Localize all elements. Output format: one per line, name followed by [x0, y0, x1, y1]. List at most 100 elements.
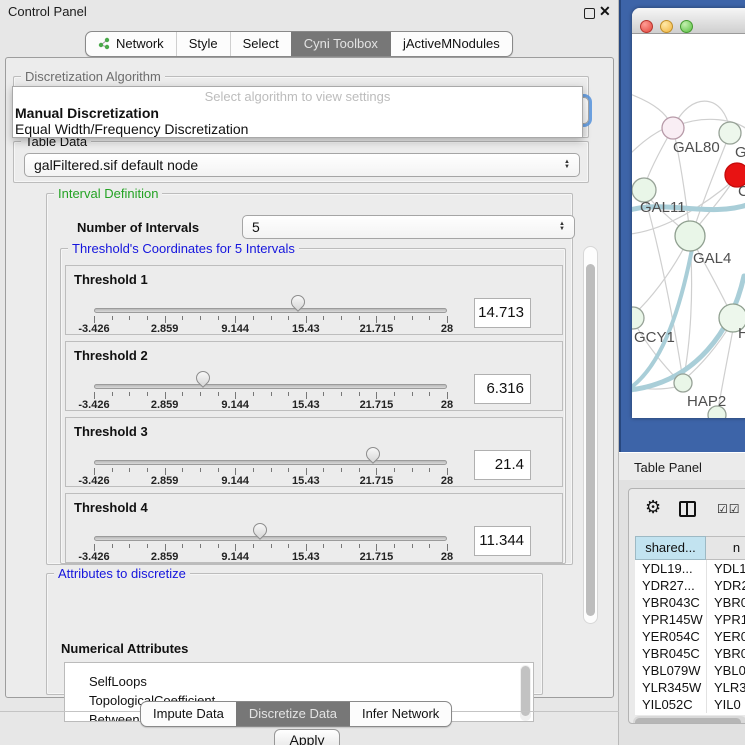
tab-cyni-toolbox-label: Cyni Toolbox [304, 36, 378, 51]
cell-name[interactable]: YBL0 [706, 662, 745, 679]
table-row[interactable]: YDL19...YDL1 [635, 560, 745, 577]
network-node[interactable] [675, 221, 705, 251]
table-row[interactable]: YPR145WYPR1 [635, 611, 745, 628]
threshold-panel: Threshold 4-3.4262.8599.14415.4321.71528… [65, 493, 563, 563]
slider-tick-labels: -3.4262.8599.14415.4321.71528 [94, 551, 447, 563]
network-view-window[interactable]: GAL80GACGAL11GAL4GCY1HHAP2 [632, 8, 745, 418]
interval-definition-group: Interval Definition Number of Intervals … [46, 193, 573, 565]
cell-shared-name[interactable]: YDR27... [635, 577, 706, 594]
threshold-value-field[interactable]: 14.713 [474, 298, 531, 328]
close-window-icon[interactable] [640, 20, 653, 33]
vertical-scrollbar-thumb[interactable] [586, 264, 595, 616]
network-node[interactable] [662, 117, 684, 139]
table-row[interactable]: YBL079WYBL0 [635, 662, 745, 679]
cell-name[interactable]: YBR0 [706, 594, 745, 611]
table-row[interactable]: YIL052CYIL0 [635, 696, 745, 713]
cell-name[interactable]: YDL1 [706, 560, 745, 577]
discretization-algorithm-title: Discretization Algorithm [21, 69, 165, 84]
column-header-name[interactable]: n [706, 536, 745, 560]
popup-item-manual-discretization[interactable]: Manual Discretization [13, 105, 582, 121]
cell-shared-name[interactable]: YIL052C [635, 696, 706, 713]
threshold-value-field[interactable]: 6.316 [474, 374, 531, 404]
network-node[interactable] [719, 122, 741, 144]
minimize-window-icon[interactable] [660, 20, 673, 33]
network-node-label: GA [735, 144, 745, 161]
tab-network[interactable]: Network [86, 32, 176, 56]
network-node-label: GCY1 [634, 329, 675, 346]
checkbox-icons[interactable]: ☑☑ [717, 502, 741, 516]
number-of-intervals-combo[interactable]: 5 ▲▼ [242, 215, 575, 239]
attribute-list-item[interactable]: SelfLoops [65, 672, 533, 691]
columns-icon[interactable] [679, 501, 696, 517]
cell-name[interactable]: YIL0 [706, 696, 745, 713]
table-data-combo[interactable]: galFiltered.sif default node ▲▼ [24, 153, 580, 177]
network-node-label: HAP2 [687, 393, 726, 410]
table-row[interactable]: YBR043CYBR0 [635, 594, 745, 611]
desktop-edge [619, 0, 621, 452]
network-node-label: C [738, 183, 745, 200]
slider-track[interactable] [94, 308, 447, 313]
cell-shared-name[interactable]: YBL079W [635, 662, 706, 679]
tab-cyni-toolbox[interactable]: Cyni Toolbox [291, 32, 390, 56]
node-table-widget: ⚙ ☑☑ shared... n YDL19...YDL1YDR27...YDR… [628, 488, 745, 724]
combo-stepper-icon: ▲▼ [559, 222, 565, 232]
cell-name[interactable]: YDR2 [706, 577, 745, 594]
zoom-window-icon[interactable] [680, 20, 693, 33]
cell-shared-name[interactable]: YDL19... [635, 560, 706, 577]
algorithm-popup-hint: Select algorithm to view settings [13, 89, 582, 105]
tab-impute-data-label: Impute Data [153, 706, 224, 721]
tab-style[interactable]: Style [176, 32, 230, 56]
horizontal-scrollbar-thumb[interactable] [635, 718, 741, 724]
cell-shared-name[interactable]: YPR145W [635, 611, 706, 628]
threshold-label: Threshold 3 [74, 424, 148, 439]
slider-tick-labels: -3.4262.8599.14415.4321.71528 [94, 399, 447, 411]
network-node[interactable] [674, 374, 692, 392]
tab-impute-data[interactable]: Impute Data [141, 702, 236, 726]
apply-button[interactable]: Apply [274, 729, 340, 745]
table-row[interactable]: YER054CYER0 [635, 628, 745, 645]
network-node-label: H [738, 325, 745, 342]
cell-shared-name[interactable]: YER054C [635, 628, 706, 645]
float-window-icon[interactable] [584, 8, 595, 19]
cell-shared-name[interactable]: YLR345W [635, 679, 706, 696]
popup-item-equal-width-frequency[interactable]: Equal Width/Frequency Discretization [13, 121, 582, 137]
cyni-toolbox-panel: Discretization Algorithm Table Data galF… [5, 57, 614, 698]
network-node[interactable] [632, 307, 644, 329]
thresholds-group-title: Threshold's Coordinates for 5 Intervals [68, 241, 299, 256]
threshold-label: Threshold 1 [74, 272, 148, 287]
threshold-value-field[interactable]: 11.344 [474, 526, 531, 556]
cell-shared-name[interactable]: YBR045C [635, 645, 706, 662]
interval-definition-title: Interval Definition [54, 186, 162, 201]
slider-track[interactable] [94, 460, 447, 465]
table-row[interactable]: YBR045CYBR0 [635, 645, 745, 662]
tab-infer-network[interactable]: Infer Network [349, 702, 451, 726]
table-row[interactable]: YDR27...YDR2 [635, 577, 745, 594]
attributes-scrollbar[interactable] [520, 665, 531, 721]
vertical-scrollbar[interactable] [583, 246, 598, 624]
threshold-value-field[interactable]: 21.4 [474, 450, 531, 480]
horizontal-scrollbar[interactable] [633, 716, 745, 724]
column-header-shared-name[interactable]: shared... [635, 536, 706, 560]
control-panel-titlebar: Control Panel ✕ [0, 0, 619, 24]
table-row[interactable]: YLR345WYLR3 [635, 679, 745, 696]
cell-name[interactable]: YLR3 [706, 679, 745, 696]
network-icon [98, 37, 111, 50]
slider-track[interactable] [94, 536, 447, 541]
cell-name[interactable]: YER0 [706, 628, 745, 645]
cell-shared-name[interactable]: YBR043C [635, 594, 706, 611]
cell-name[interactable]: YPR1 [706, 611, 745, 628]
table-panel-title: Table Panel [634, 460, 702, 475]
network-node-label: GAL80 [673, 139, 720, 156]
network-window-titlebar[interactable] [632, 8, 745, 34]
tab-jactivemnodules[interactable]: jActiveMNodules [390, 32, 512, 56]
gear-icon[interactable]: ⚙ [645, 497, 661, 518]
close-icon[interactable]: ✕ [599, 3, 611, 20]
tab-discretize-data[interactable]: Discretize Data [236, 702, 349, 726]
number-of-intervals-label: Number of Intervals [77, 220, 199, 235]
cell-name[interactable]: YBR0 [706, 645, 745, 662]
network-canvas[interactable]: GAL80GACGAL11GAL4GCY1HHAP2 [632, 34, 745, 418]
attributes-scrollbar-thumb[interactable] [521, 666, 530, 716]
slider-track[interactable] [94, 384, 447, 389]
control-panel: Control Panel ✕ Network Style Select [0, 0, 619, 745]
tab-select[interactable]: Select [230, 32, 291, 56]
